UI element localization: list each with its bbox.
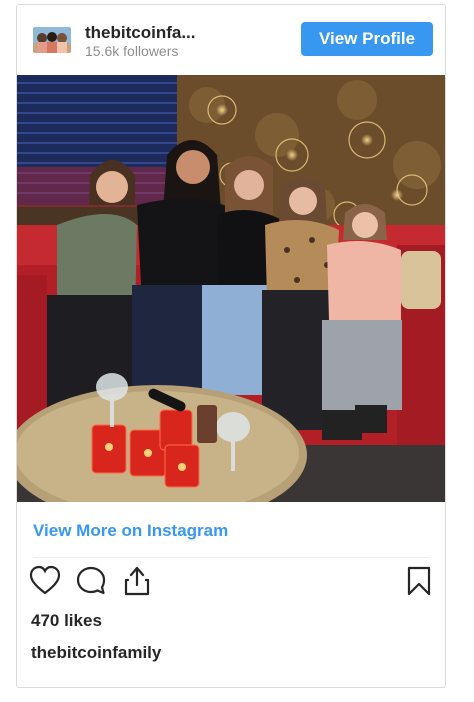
heart-icon[interactable] — [29, 565, 61, 597]
like-count: 470 likes — [31, 611, 102, 630]
comment-icon[interactable] — [75, 565, 107, 597]
divider — [33, 557, 429, 558]
view-more-link[interactable]: View More on Instagram — [33, 521, 228, 541]
view-profile-button[interactable]: View Profile — [301, 22, 433, 56]
caption-username[interactable]: thebitcoinfamily — [31, 643, 161, 663]
post-photo[interactable] — [17, 75, 445, 502]
share-icon[interactable] — [121, 565, 153, 597]
bookmark-icon[interactable] — [403, 565, 435, 597]
profile-username[interactable]: thebitcoinfa... — [85, 23, 196, 43]
instagram-embed-card: thebitcoinfa... 15.6k followers View Pro… — [16, 4, 446, 688]
action-bar — [17, 565, 445, 605]
profile-avatar[interactable] — [33, 27, 71, 53]
post-header: thebitcoinfa... 15.6k followers View Pro… — [17, 5, 445, 75]
follower-count: 15.6k followers — [85, 43, 179, 59]
